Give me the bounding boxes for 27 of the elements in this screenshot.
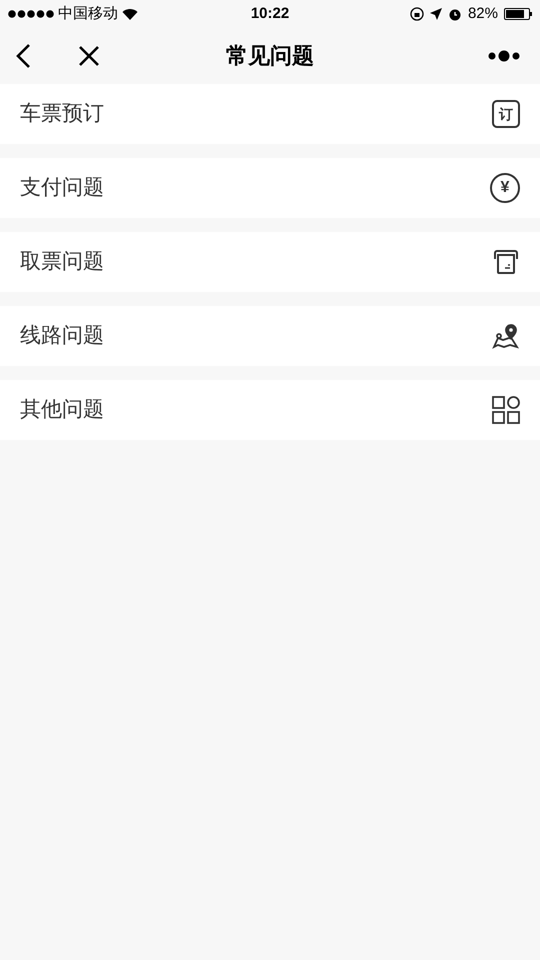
faq-category-item[interactable]: 支付问题 ¥ bbox=[0, 158, 540, 218]
page-title: 常见问题 bbox=[226, 42, 314, 70]
more-icon[interactable] bbox=[488, 50, 520, 62]
carrier-name: 中国移动 bbox=[58, 4, 118, 24]
battery-percent: 82% bbox=[468, 4, 498, 24]
faq-category-item[interactable]: 取票问题 bbox=[0, 232, 540, 292]
rotation-lock-icon bbox=[410, 7, 424, 21]
wifi-icon bbox=[122, 8, 138, 20]
yen-icon: ¥ bbox=[490, 173, 520, 203]
location-arrow-icon bbox=[430, 8, 442, 20]
signal-icon bbox=[8, 10, 54, 18]
category-label: 线路问题 bbox=[20, 323, 104, 350]
category-label: 支付问题 bbox=[20, 175, 104, 202]
ticket-printer-icon bbox=[492, 249, 520, 275]
clock-time: 10:22 bbox=[250, 4, 290, 24]
category-label: 取票问题 bbox=[20, 249, 104, 276]
map-pin-icon bbox=[492, 323, 520, 349]
booking-icon: 订 bbox=[492, 100, 520, 128]
close-icon[interactable] bbox=[78, 44, 100, 66]
faq-category-item[interactable]: 其他问题 bbox=[0, 380, 540, 440]
grid-icon bbox=[492, 396, 520, 424]
category-label: 其他问题 bbox=[20, 397, 104, 424]
faq-category-item[interactable]: 线路问题 bbox=[0, 306, 540, 366]
battery-icon bbox=[504, 8, 532, 20]
faq-category-item[interactable]: 车票预订 订 bbox=[0, 84, 540, 144]
category-label: 车票预订 bbox=[20, 101, 104, 128]
alarm-clock-icon bbox=[448, 7, 462, 21]
